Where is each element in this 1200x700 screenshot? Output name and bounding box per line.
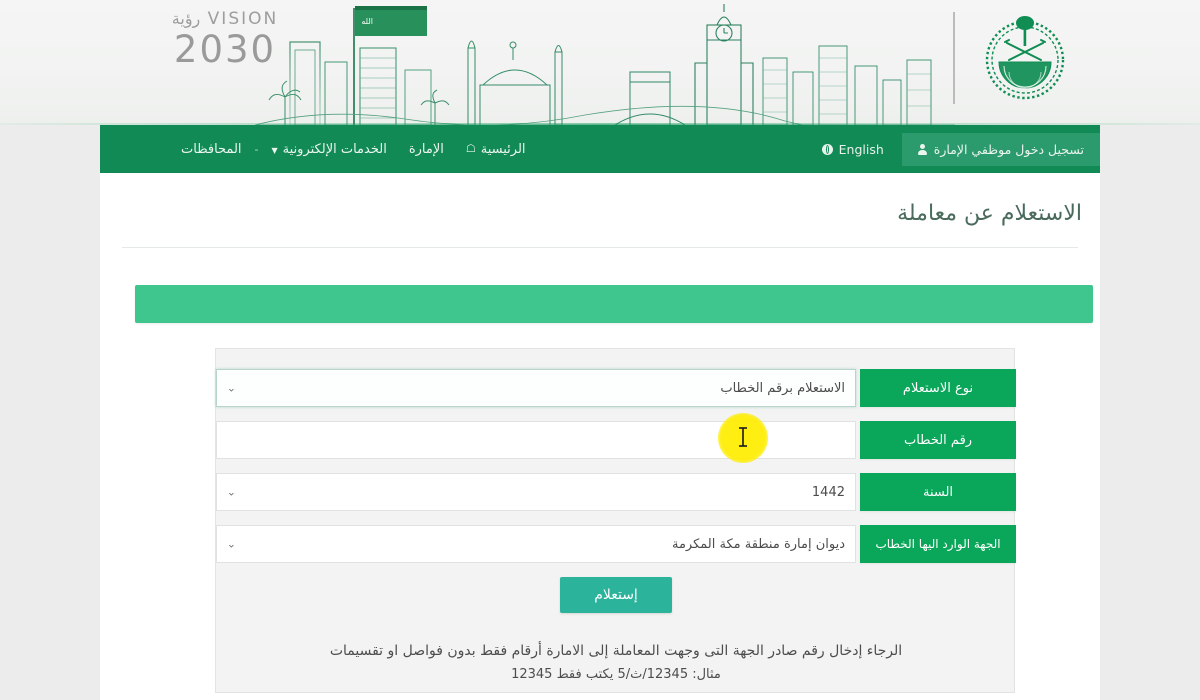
inquiry-form: نوع الاستعلام الاستعلام برقم الخطاب ⌄ رق… — [215, 348, 1016, 693]
nav-item-emirate-label: الإمارة — [408, 141, 444, 157]
navbar-menu: الرئيسية ☖ الإمارة الخدمات الإلكترونية ▼… — [170, 125, 537, 173]
employee-login-label: تسجيل دخول موظفي الإمارة — [933, 141, 1084, 157]
header-banner: الله VISION رؤية 2030 — [0, 0, 1200, 125]
label-letter-number: رقم الخطاب — [860, 421, 1016, 459]
header-divider — [953, 12, 955, 104]
vision-2030-logo: VISION رؤية 2030 — [150, 8, 300, 78]
form-row-year: السنة 1442 ⌄ — [216, 473, 1016, 511]
select-destination-entity[interactable]: ديوان إمارة منطقة مكة المكرمة ⌄ — [216, 525, 856, 563]
globe-icon — [821, 143, 833, 155]
person-icon — [917, 143, 927, 155]
svg-text:الله: الله — [361, 17, 373, 26]
label-year: السنة — [860, 473, 1016, 511]
nav-item-eservices[interactable]: الخدمات الإلكترونية ▼ — [261, 142, 398, 157]
help-text-line-1: الرجاء إدخال رقم صادر الجهة التى وجهت ال… — [329, 643, 903, 659]
chevron-down-icon: ⌄ — [226, 485, 236, 499]
select-destination-entity-value: ديوان إمارة منطقة مكة المكرمة — [671, 536, 845, 552]
vision-logo-year-text: 2030 — [173, 28, 277, 71]
green-highlight-banner — [135, 285, 1093, 323]
nav-item-home-label: الرئيسية — [480, 141, 526, 157]
chevron-down-icon: ⌄ — [226, 381, 236, 395]
inquiry-submit-button[interactable]: إستعلام — [560, 577, 672, 613]
form-row-destination-entity: الجهة الوارد اليها الخطاب ديوان إمارة من… — [216, 525, 1016, 563]
language-switch-label: English — [838, 141, 884, 157]
help-text-line-2: مثال: 12345/ث/5 يكتب فقط 12345 — [511, 667, 721, 682]
navbar-left-group: English تسجيل دخول موظفي الإمارة — [790, 125, 1100, 173]
input-letter-number[interactable] — [216, 421, 856, 459]
page-title: الاستعلام عن معاملة — [897, 201, 1082, 226]
select-inquiry-type[interactable]: الاستعلام برقم الخطاب ⌄ — [216, 369, 856, 407]
vision-logo-year: 2030 — [150, 30, 300, 70]
select-year[interactable]: 1442 ⌄ — [216, 473, 856, 511]
form-row-inquiry-type: نوع الاستعلام الاستعلام برقم الخطاب ⌄ — [216, 369, 1016, 407]
home-icon: ☖ — [465, 141, 476, 155]
chevron-down-icon: ▼ — [271, 145, 278, 155]
chevron-down-icon: ⌄ — [226, 537, 236, 551]
skyline-illustration: الله — [255, 4, 955, 125]
form-row-letter-number: رقم الخطاب — [216, 421, 1016, 459]
title-divider — [122, 247, 1078, 248]
employee-login-button[interactable]: تسجيل دخول موظفي الإمارة — [901, 132, 1100, 166]
page-content: الاستعلام عن معاملة نوع الاستعلام الاستع… — [100, 173, 1100, 700]
nav-item-governorates-label: المحافظات — [181, 141, 242, 157]
nav-separator: - — [254, 142, 259, 156]
select-inquiry-type-value: الاستعلام برقم الخطاب — [720, 380, 845, 396]
nav-item-eservices-label: الخدمات الإلكترونية — [282, 141, 387, 157]
vision-logo-text: VISION — [207, 9, 279, 29]
language-switch-english[interactable]: English — [821, 141, 884, 157]
main-navbar: English تسجيل دخول موظفي الإمارة الرئيسي… — [100, 125, 1100, 173]
label-destination-entity: الجهة الوارد اليها الخطاب — [860, 525, 1016, 563]
label-inquiry-type: نوع الاستعلام — [860, 369, 1016, 407]
nav-item-emirate[interactable]: الإمارة — [398, 142, 455, 157]
select-year-value: 1442 — [811, 484, 845, 500]
ministry-emblem-icon — [975, 8, 1075, 108]
nav-item-home[interactable]: الرئيسية ☖ — [455, 142, 537, 157]
form-help-text: الرجاء إدخال رقم صادر الجهة التى وجهت ال… — [216, 639, 1016, 687]
nav-item-governorates[interactable]: المحافظات — [170, 142, 253, 157]
submit-row: إستعلام — [216, 577, 1016, 613]
vision-logo-text-arabic: رؤية — [171, 9, 201, 28]
